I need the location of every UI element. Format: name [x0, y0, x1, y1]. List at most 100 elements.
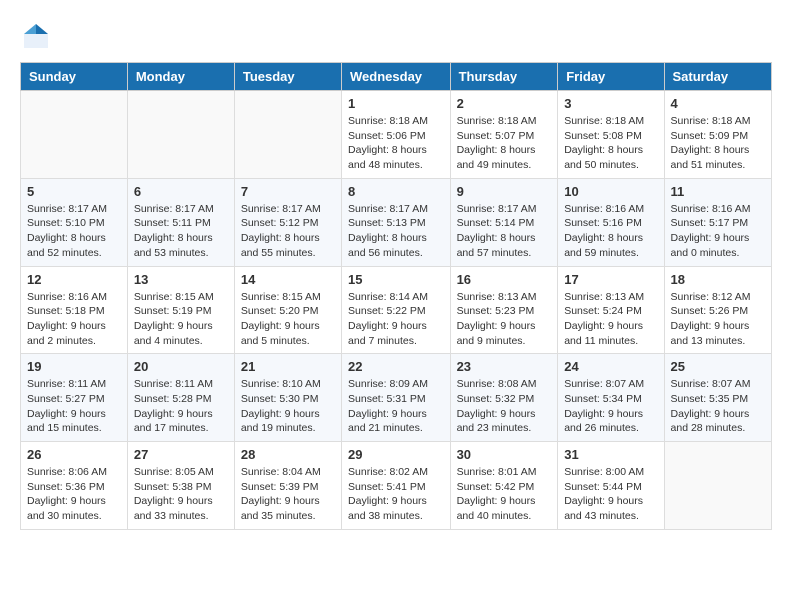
- day-number: 14: [241, 272, 335, 287]
- day-number: 22: [348, 359, 444, 374]
- calendar-cell: 8 Sunrise: 8:17 AM Sunset: 5:13 PM Daylig…: [342, 178, 451, 266]
- calendar-cell: 2Sunrise: 8:18 AM Sunset: 5:07 PM Daylig…: [450, 91, 558, 179]
- calendar-cell: 11 Sunrise: 8:16 AM Sunset: 5:17 PM Dayli…: [664, 178, 771, 266]
- day-info: Sunrise: 8:06 AM Sunset: 5:36 PM Dayligh…: [27, 465, 121, 524]
- day-info: Sunrise: 8:14 AM Sunset: 5:22 PM Dayligh…: [348, 290, 444, 349]
- day-info: Sunrise: 8:08 AM Sunset: 5:32 PM Dayligh…: [457, 377, 552, 436]
- day-header-sunday: Sunday: [21, 63, 128, 91]
- calendar-cell: 20 Sunrise: 8:11 AM Sunset: 5:28 PM Dayli…: [127, 354, 234, 442]
- day-header-friday: Friday: [558, 63, 664, 91]
- day-number: 25: [671, 359, 765, 374]
- day-number: 8: [348, 184, 444, 199]
- week-row-3: 12 Sunrise: 8:16 AM Sunset: 5:18 PM Dayli…: [21, 266, 772, 354]
- day-number: 12: [27, 272, 121, 287]
- day-info: Sunrise: 8:16 AM Sunset: 5:18 PM Dayligh…: [27, 290, 121, 349]
- day-info: Sunrise: 8:13 AM Sunset: 5:24 PM Dayligh…: [564, 290, 657, 349]
- calendar-table: SundayMondayTuesdayWednesdayThursdayFrid…: [20, 62, 772, 530]
- calendar-cell: 5Sunrise: 8:17 AM Sunset: 5:10 PM Daylig…: [21, 178, 128, 266]
- day-number: 26: [27, 447, 121, 462]
- calendar-cell: 15 Sunrise: 8:14 AM Sunset: 5:22 PM Dayli…: [342, 266, 451, 354]
- calendar-cell: [21, 91, 128, 179]
- day-info: Sunrise: 8:04 AM Sunset: 5:39 PM Dayligh…: [241, 465, 335, 524]
- day-info: Sunrise: 8:09 AM Sunset: 5:31 PM Dayligh…: [348, 377, 444, 436]
- day-number: 16: [457, 272, 552, 287]
- calendar-cell: 14Sunrise: 8:15 AM Sunset: 5:20 PM Dayli…: [234, 266, 341, 354]
- day-number: 18: [671, 272, 765, 287]
- logo: [20, 20, 56, 52]
- calendar-cell: 31 Sunrise: 8:00 AM Sunset: 5:44 PM Dayli…: [558, 442, 664, 530]
- day-number: 31: [564, 447, 657, 462]
- calendar-cell: 3 Sunrise: 8:18 AM Sunset: 5:08 PM Daylig…: [558, 91, 664, 179]
- day-number: 20: [134, 359, 228, 374]
- calendar-cell: 29 Sunrise: 8:02 AM Sunset: 5:41 PM Dayli…: [342, 442, 451, 530]
- day-number: 30: [457, 447, 552, 462]
- day-number: 11: [671, 184, 765, 199]
- header-row: SundayMondayTuesdayWednesdayThursdayFrid…: [21, 63, 772, 91]
- calendar-cell: 25 Sunrise: 8:07 AM Sunset: 5:35 PM Dayli…: [664, 354, 771, 442]
- calendar-cell: [127, 91, 234, 179]
- day-info: Sunrise: 8:05 AM Sunset: 5:38 PM Dayligh…: [134, 465, 228, 524]
- day-number: 17: [564, 272, 657, 287]
- calendar-cell: 22 Sunrise: 8:09 AM Sunset: 5:31 PM Dayli…: [342, 354, 451, 442]
- calendar-cell: 10Sunrise: 8:16 AM Sunset: 5:16 PM Dayli…: [558, 178, 664, 266]
- week-row-2: 5Sunrise: 8:17 AM Sunset: 5:10 PM Daylig…: [21, 178, 772, 266]
- day-number: 2: [457, 96, 552, 111]
- logo-icon: [20, 20, 52, 52]
- day-number: 15: [348, 272, 444, 287]
- day-number: 10: [564, 184, 657, 199]
- week-row-1: 1 Sunrise: 8:18 AM Sunset: 5:06 PM Daylig…: [21, 91, 772, 179]
- day-number: 23: [457, 359, 552, 374]
- day-number: 9: [457, 184, 552, 199]
- calendar-cell: 30 Sunrise: 8:01 AM Sunset: 5:42 PM Dayli…: [450, 442, 558, 530]
- day-info: Sunrise: 8:00 AM Sunset: 5:44 PM Dayligh…: [564, 465, 657, 524]
- day-number: 21: [241, 359, 335, 374]
- day-number: 3: [564, 96, 657, 111]
- calendar-cell: 23 Sunrise: 8:08 AM Sunset: 5:32 PM Dayli…: [450, 354, 558, 442]
- day-info: Sunrise: 8:17 AM Sunset: 5:12 PM Dayligh…: [241, 202, 335, 261]
- day-header-monday: Monday: [127, 63, 234, 91]
- day-number: 1: [348, 96, 444, 111]
- calendar-cell: 21 Sunrise: 8:10 AM Sunset: 5:30 PM Dayli…: [234, 354, 341, 442]
- calendar-cell: 18Sunrise: 8:12 AM Sunset: 5:26 PM Dayli…: [664, 266, 771, 354]
- day-number: 13: [134, 272, 228, 287]
- calendar-cell: 6 Sunrise: 8:17 AM Sunset: 5:11 PM Daylig…: [127, 178, 234, 266]
- day-info: Sunrise: 8:11 AM Sunset: 5:28 PM Dayligh…: [134, 377, 228, 436]
- day-info: Sunrise: 8:17 AM Sunset: 5:11 PM Dayligh…: [134, 202, 228, 261]
- day-header-tuesday: Tuesday: [234, 63, 341, 91]
- day-info: Sunrise: 8:07 AM Sunset: 5:35 PM Dayligh…: [671, 377, 765, 436]
- day-number: 4: [671, 96, 765, 111]
- day-info: Sunrise: 8:18 AM Sunset: 5:09 PM Dayligh…: [671, 114, 765, 173]
- day-number: 5: [27, 184, 121, 199]
- day-info: Sunrise: 8:15 AM Sunset: 5:19 PM Dayligh…: [134, 290, 228, 349]
- calendar-cell: 17 Sunrise: 8:13 AM Sunset: 5:24 PM Dayli…: [558, 266, 664, 354]
- day-number: 28: [241, 447, 335, 462]
- day-info: Sunrise: 8:01 AM Sunset: 5:42 PM Dayligh…: [457, 465, 552, 524]
- calendar-cell: 12 Sunrise: 8:16 AM Sunset: 5:18 PM Dayli…: [21, 266, 128, 354]
- day-number: 24: [564, 359, 657, 374]
- calendar-cell: 4 Sunrise: 8:18 AM Sunset: 5:09 PM Daylig…: [664, 91, 771, 179]
- day-number: 19: [27, 359, 121, 374]
- calendar-cell: 7Sunrise: 8:17 AM Sunset: 5:12 PM Daylig…: [234, 178, 341, 266]
- calendar-cell: 27 Sunrise: 8:05 AM Sunset: 5:38 PM Dayli…: [127, 442, 234, 530]
- calendar-cell: 28 Sunrise: 8:04 AM Sunset: 5:39 PM Dayli…: [234, 442, 341, 530]
- day-info: Sunrise: 8:13 AM Sunset: 5:23 PM Dayligh…: [457, 290, 552, 349]
- day-info: Sunrise: 8:18 AM Sunset: 5:06 PM Dayligh…: [348, 114, 444, 173]
- calendar-cell: 26 Sunrise: 8:06 AM Sunset: 5:36 PM Dayli…: [21, 442, 128, 530]
- day-header-saturday: Saturday: [664, 63, 771, 91]
- page-header: [20, 20, 772, 52]
- day-number: 6: [134, 184, 228, 199]
- day-number: 29: [348, 447, 444, 462]
- day-info: Sunrise: 8:10 AM Sunset: 5:30 PM Dayligh…: [241, 377, 335, 436]
- day-number: 27: [134, 447, 228, 462]
- day-info: Sunrise: 8:02 AM Sunset: 5:41 PM Dayligh…: [348, 465, 444, 524]
- day-info: Sunrise: 8:16 AM Sunset: 5:17 PM Dayligh…: [671, 202, 765, 261]
- day-info: Sunrise: 8:17 AM Sunset: 5:13 PM Dayligh…: [348, 202, 444, 261]
- day-info: Sunrise: 8:18 AM Sunset: 5:08 PM Dayligh…: [564, 114, 657, 173]
- calendar-cell: 19Sunrise: 8:11 AM Sunset: 5:27 PM Dayli…: [21, 354, 128, 442]
- calendar-cell: 1 Sunrise: 8:18 AM Sunset: 5:06 PM Daylig…: [342, 91, 451, 179]
- calendar-cell: 24Sunrise: 8:07 AM Sunset: 5:34 PM Dayli…: [558, 354, 664, 442]
- day-header-wednesday: Wednesday: [342, 63, 451, 91]
- calendar-cell: [664, 442, 771, 530]
- calendar-cell: 16 Sunrise: 8:13 AM Sunset: 5:23 PM Dayli…: [450, 266, 558, 354]
- day-header-thursday: Thursday: [450, 63, 558, 91]
